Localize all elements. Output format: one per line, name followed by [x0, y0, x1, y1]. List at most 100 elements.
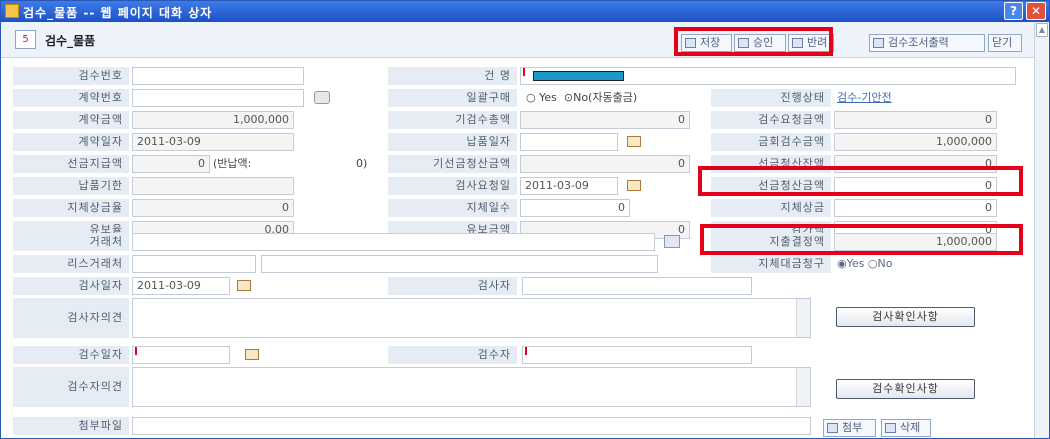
late-days-input[interactable]: 0 — [520, 199, 630, 217]
highlight-box-expense-amount — [700, 224, 1023, 255]
page-title: 검수_물품 — [45, 34, 96, 48]
receive-date-calendar-icon[interactable] — [245, 349, 259, 360]
late-claim-yes-radio[interactable]: ◉ — [837, 257, 847, 270]
late-days-label: 지체일수 — [388, 199, 517, 217]
late-penalty-rate-field: 0 — [132, 199, 294, 217]
page-header: 5 검수_물품 저장 승인 반려 검수조서출력 닫기 — [1, 22, 1035, 58]
inspection-request-amount-label: 검수요청금액 — [711, 111, 831, 129]
receiver-check-button[interactable]: 검수확인사항 — [836, 379, 975, 399]
dialog-window: 검수_물품 -- 웹 페이지 대화 상자 ? ✕ 5 검수_물품 저장 승인 반… — [0, 0, 1050, 439]
advance-payment-label: 선금지급액 — [13, 155, 129, 173]
late-claim-yes-label: Yes — [846, 257, 865, 270]
bulk-yes-radio[interactable]: ○ — [526, 91, 536, 104]
receiver-opinion-textarea[interactable] — [132, 367, 811, 407]
close-button[interactable]: 닫기 — [988, 34, 1022, 52]
delete-icon — [885, 423, 896, 433]
contract-search-icon[interactable] — [314, 91, 330, 104]
textarea-scrollbar[interactable] — [796, 299, 810, 337]
inspect-date-label: 검사일자 — [13, 277, 129, 295]
bulk-yes-label: Yes — [539, 91, 557, 104]
attach-button[interactable]: 첨부 — [823, 419, 876, 437]
progress-label: 진행상태 — [711, 89, 831, 107]
late-penalty-label: 지체상금 — [711, 199, 831, 217]
subject-label: 건 명 — [388, 67, 517, 85]
required-mark — [525, 347, 527, 355]
late-claim-label: 지체대금청구 — [711, 255, 831, 273]
close-window-button[interactable]: ✕ — [1026, 2, 1046, 20]
inspector-check-button[interactable]: 검사확인사항 — [836, 307, 975, 327]
bulk-purchase-label: 일괄구매 — [388, 89, 517, 107]
help-button[interactable]: ? — [1004, 2, 1023, 20]
highlight-box-toolbar — [674, 27, 833, 56]
inspect-date-calendar-icon[interactable] — [237, 280, 251, 291]
prev-inspection-total-label: 기검수총액 — [388, 111, 517, 129]
delivery-deadline-label: 납품기한 — [13, 177, 129, 195]
delivery-date-input[interactable] — [520, 133, 618, 151]
required-mark — [135, 347, 137, 355]
attachment-label: 첨부파일 — [13, 417, 129, 435]
scroll-up-arrow[interactable]: ▲ — [1036, 23, 1048, 37]
inspection-no-label: 검수번호 — [13, 67, 129, 85]
scrollbar[interactable]: ▲ — [1034, 22, 1049, 438]
contract-no-input[interactable] — [132, 89, 304, 107]
print-report-button[interactable]: 검수조서출력 — [869, 34, 985, 52]
inspect-date-input[interactable]: 2011-03-09 — [132, 277, 230, 295]
bulk-no-label: No(자동출금) — [573, 91, 638, 104]
progress-link[interactable]: 검수-기안전 — [837, 89, 892, 107]
inspection-request-amount-field: 0 — [834, 111, 997, 129]
contract-no-label: 계약번호 — [13, 89, 129, 107]
window-icon — [5, 4, 19, 18]
title-bar: 검수_물품 -- 웹 페이지 대화 상자 ? ✕ — [1, 1, 1049, 22]
bulk-no-radio[interactable]: ⊙ — [564, 91, 573, 104]
lease-vendor-input[interactable] — [261, 255, 658, 273]
vendor-search-icon[interactable] — [664, 235, 680, 248]
contract-date-field: 2011-03-09 — [132, 133, 294, 151]
advance-payment-field: 0 — [132, 155, 210, 173]
lease-vendor-code-input[interactable] — [132, 255, 256, 273]
refund-note: (반납액: — [213, 157, 252, 170]
inspector-opinion-label: 검사자의견 — [13, 298, 129, 338]
receiver-opinion-label: 검수자의견 — [13, 367, 129, 407]
inspector-opinion-textarea[interactable] — [132, 298, 811, 338]
late-claim-no-label: No — [877, 257, 893, 270]
late-claim-options: ◉Yes ○No — [837, 255, 892, 273]
contract-amount-label: 계약금액 — [13, 111, 129, 129]
attach-icon — [827, 423, 838, 433]
attachment-input[interactable] — [132, 417, 811, 435]
receive-date-label: 검수일자 — [13, 346, 129, 364]
late-penalty-input[interactable]: 0 — [834, 199, 997, 217]
delete-button[interactable]: 삭제 — [881, 419, 931, 437]
subject-input[interactable] — [520, 67, 1016, 85]
window-title: 검수_물품 -- 웹 페이지 대화 상자 — [23, 6, 213, 20]
inspection-request-date-label: 검사요청일 — [388, 177, 517, 195]
delivery-date-label: 납품일자 — [388, 133, 517, 151]
print-icon — [873, 38, 884, 48]
receiver-label: 검수자 — [388, 346, 517, 364]
this-inspection-amount-label: 금회검수금액 — [711, 133, 831, 151]
inspector-label: 검사자 — [388, 277, 517, 295]
delivery-date-calendar-icon[interactable] — [627, 136, 641, 147]
inspection-no-input[interactable] — [132, 67, 304, 85]
prev-advance-settlement-label: 기선금청산금액 — [388, 155, 517, 173]
delete-label: 삭제 — [900, 421, 921, 434]
receive-date-input[interactable] — [132, 346, 230, 364]
lease-vendor-label: 리스거래처 — [13, 255, 129, 273]
form-icon: 5 — [15, 30, 36, 49]
inspection-request-date-input[interactable]: 2011-03-09 — [520, 177, 618, 195]
textarea-scrollbar[interactable] — [796, 368, 810, 406]
inspector-input[interactable] — [522, 277, 752, 295]
bulk-purchase-options: ○ Yes ⊙No(자동출금) — [526, 89, 637, 107]
late-penalty-rate-label: 지체상금율 — [13, 199, 129, 217]
refund-amount: 0) — [356, 157, 368, 170]
vendor-label: 거래처 — [13, 233, 129, 251]
receiver-input[interactable] — [522, 346, 752, 364]
delivery-deadline-field — [132, 177, 294, 195]
attach-label: 첨부 — [842, 421, 863, 434]
contract-date-label: 계약일자 — [13, 133, 129, 151]
required-mark — [523, 68, 525, 76]
prev-inspection-total-field: 0 — [520, 111, 690, 129]
vendor-input[interactable] — [132, 233, 655, 251]
request-date-calendar-icon[interactable] — [627, 180, 641, 191]
contract-amount-field: 1,000,000 — [132, 111, 294, 129]
prev-advance-settlement-field: 0 — [520, 155, 690, 173]
